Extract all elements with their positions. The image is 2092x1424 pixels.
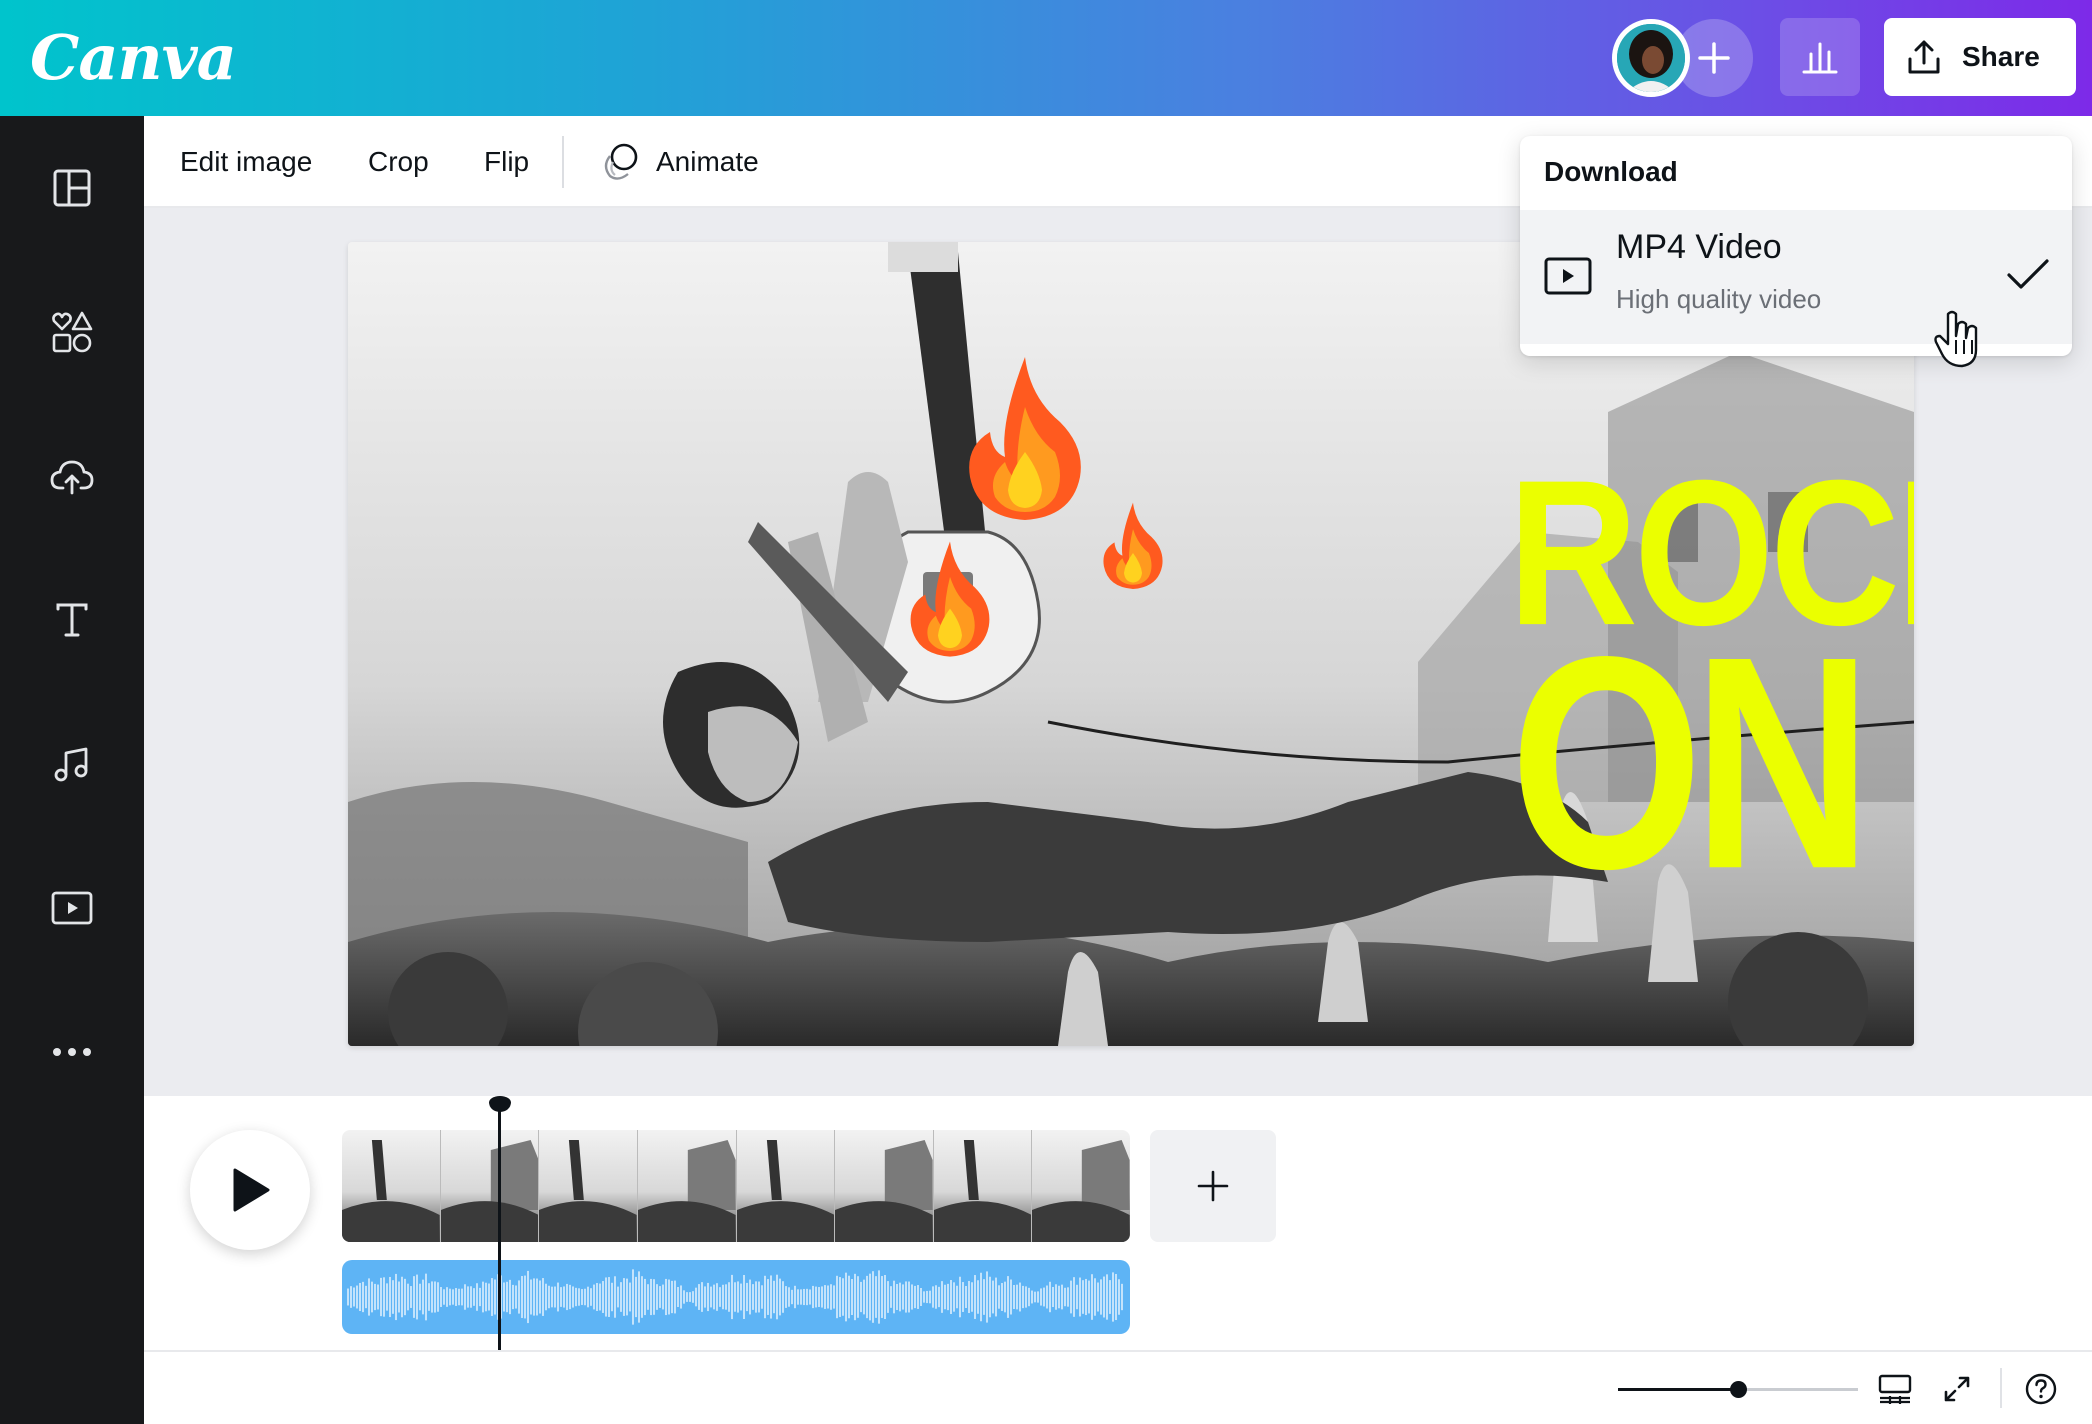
- download-heading: Download: [1544, 156, 1678, 187]
- footer-divider: [2000, 1368, 2002, 1408]
- fullscreen-button[interactable]: [1936, 1368, 1978, 1410]
- playhead[interactable]: [498, 1108, 502, 1352]
- timeline-panel: [144, 1096, 2092, 1352]
- sidebar-item-videos[interactable]: [36, 872, 108, 944]
- more-dots-icon: [53, 1048, 91, 1056]
- music-note-icon: [54, 747, 88, 782]
- zoom-slider-fill: [1618, 1388, 1738, 1391]
- mp4-video-option[interactable]: MP4 Video High quality video: [1520, 210, 2072, 344]
- share-button[interactable]: Share: [1884, 18, 2076, 96]
- sidebar-item-uploads[interactable]: [36, 440, 108, 512]
- video-clip-track[interactable]: [342, 1130, 1130, 1242]
- clip-thumbnail: [933, 1130, 1033, 1242]
- plus-icon: [1197, 1170, 1229, 1202]
- user-avatar[interactable]: [1612, 19, 1690, 97]
- video-play-icon: [51, 891, 93, 925]
- design-page[interactable]: ROCK ON: [348, 242, 1914, 1046]
- audio-waveform: [347, 1269, 1123, 1325]
- animate-button[interactable]: Animate: [600, 136, 759, 188]
- sidebar-item-more[interactable]: [36, 1016, 108, 1088]
- audio-track[interactable]: [342, 1260, 1130, 1334]
- upload-share-icon: [1908, 40, 1940, 74]
- sidebar-item-templates[interactable]: [36, 152, 108, 224]
- layout-panel-icon: [53, 169, 91, 207]
- download-dropdown: Download MP4 Video High quality video: [1520, 136, 2072, 356]
- text-icon: [56, 603, 88, 637]
- help-question-icon: [2025, 1373, 2057, 1405]
- left-sidebar: [0, 116, 144, 1424]
- animate-label: Animate: [656, 146, 759, 177]
- hand-pointer-cursor: [1934, 310, 1978, 368]
- crop-button[interactable]: Crop: [368, 136, 429, 188]
- clip-thumbnail: [736, 1130, 836, 1242]
- help-button[interactable]: [2020, 1368, 2062, 1410]
- bottom-bar: [144, 1350, 2092, 1424]
- clip-thumbnail: [1032, 1130, 1130, 1242]
- clip-thumbnail: [440, 1130, 540, 1242]
- play-button[interactable]: [190, 1130, 310, 1250]
- elements-shapes-icon: [52, 311, 93, 353]
- zoom-slider[interactable]: [1618, 1381, 1858, 1398]
- sidebar-item-audio[interactable]: [36, 728, 108, 800]
- bar-chart-icon: [1802, 42, 1838, 74]
- animate-icon: [604, 143, 638, 180]
- clip-thumbnail: [835, 1130, 934, 1242]
- sidebar-item-text[interactable]: [36, 584, 108, 656]
- top-bar: Canva Share: [0, 0, 2092, 116]
- cloud-upload-icon: [50, 460, 94, 495]
- zoom-slider-thumb[interactable]: [1730, 1381, 1747, 1398]
- checkmark-icon: [2007, 259, 2049, 289]
- clip-thumbnail: [342, 1130, 441, 1242]
- expand-icon: [1944, 1376, 1970, 1402]
- share-button-label: Share: [1962, 41, 2040, 72]
- flip-button[interactable]: Flip: [484, 136, 529, 188]
- video-file-icon: [1544, 257, 1592, 295]
- toolbar-divider: [562, 136, 564, 188]
- fire-sticker-right[interactable]: [1098, 500, 1168, 590]
- sidebar-item-elements[interactable]: [36, 296, 108, 368]
- clip-thumbnail: [637, 1130, 737, 1242]
- fire-sticker-large[interactable]: [960, 352, 1090, 522]
- page-view-button[interactable]: [1874, 1368, 1916, 1410]
- plus-icon: [1698, 42, 1730, 74]
- mp4-option-subtitle: High quality video: [1616, 284, 1822, 314]
- grid-view-icon: [1878, 1374, 1912, 1404]
- insights-button[interactable]: [1780, 18, 1860, 96]
- mp4-option-title: MP4 Video: [1616, 228, 1782, 266]
- headline-on[interactable]: ON: [1510, 611, 1872, 914]
- fire-sticker-left[interactable]: [904, 538, 996, 658]
- add-clip-button[interactable]: [1150, 1130, 1276, 1242]
- edit-image-button[interactable]: Edit image: [180, 136, 312, 188]
- clip-thumbnail: [539, 1130, 638, 1242]
- canva-logo[interactable]: Canva: [30, 18, 237, 98]
- play-icon: [233, 1168, 270, 1212]
